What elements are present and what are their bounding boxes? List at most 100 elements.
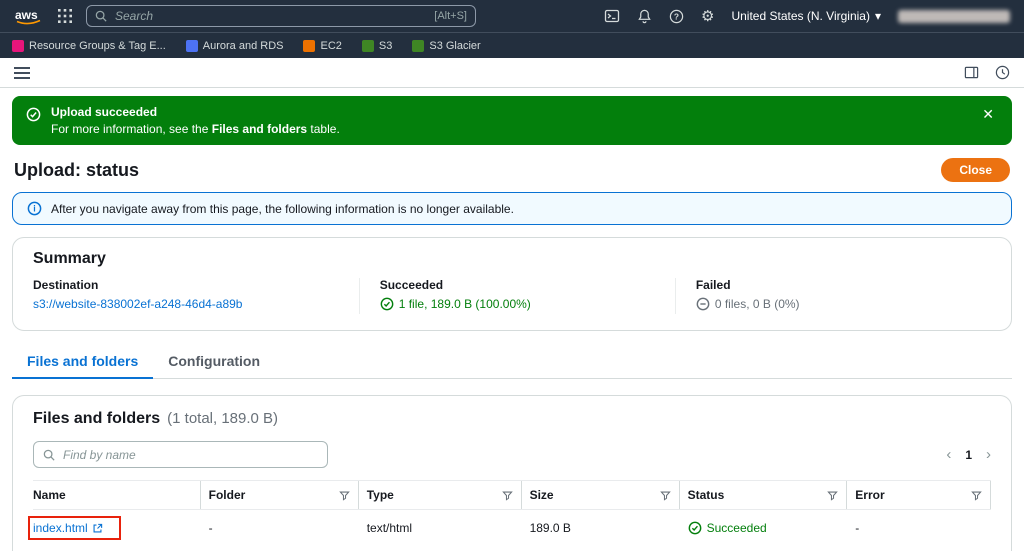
find-by-name-input[interactable] bbox=[61, 446, 318, 463]
column-label: Size bbox=[529, 488, 554, 502]
settings-gear-icon[interactable]: ⚙ bbox=[701, 9, 714, 24]
succeeded-label: Succeeded bbox=[379, 278, 444, 292]
cell-folder: - bbox=[208, 521, 213, 535]
region-selector[interactable]: United States (N. Virginia) ▾ bbox=[731, 9, 881, 23]
flashbar-title: Upload succeeded bbox=[51, 105, 158, 119]
search-icon bbox=[95, 10, 107, 22]
main-content: Upload succeeded For more information, s… bbox=[0, 88, 1024, 551]
external-link-icon bbox=[92, 523, 103, 534]
favorite-label: EC2 bbox=[320, 39, 342, 52]
topnav-left: aws [Alt+S] bbox=[14, 5, 476, 27]
svg-text:i: i bbox=[33, 204, 35, 214]
destination-bucket-link[interactable]: s3://website-838002ef-a248-46d4-a89b bbox=[33, 297, 242, 311]
favorite-aurora-rds[interactable]: Aurora and RDS bbox=[185, 39, 284, 52]
global-search[interactable]: [Alt+S] bbox=[86, 5, 476, 27]
filter-icon[interactable] bbox=[659, 490, 671, 501]
cell-status: Succeeded bbox=[680, 510, 848, 551]
history-clock-icon[interactable] bbox=[995, 65, 1010, 80]
search-input[interactable] bbox=[113, 8, 429, 24]
flashbar-message-suffix: table. bbox=[307, 122, 340, 136]
cloudshell-icon[interactable] bbox=[604, 8, 620, 24]
summary-grid: Destination s3://website-838002ef-a248-4… bbox=[33, 278, 991, 314]
toolbar-right bbox=[964, 65, 1010, 80]
info-icon: i bbox=[27, 201, 42, 216]
help-icon[interactable]: ? bbox=[669, 9, 684, 24]
flashbar-text: Upload succeeded For more information, s… bbox=[51, 105, 340, 136]
search-shortcut: [Alt+S] bbox=[434, 10, 467, 22]
flashbar-message: For more information, see the Files and … bbox=[51, 122, 340, 136]
filter-icon[interactable] bbox=[338, 490, 350, 501]
secondary-toolbar bbox=[0, 58, 1024, 88]
hamburger-menu-icon[interactable] bbox=[14, 66, 30, 80]
filter-icon[interactable] bbox=[501, 490, 513, 501]
svg-text:aws: aws bbox=[15, 8, 38, 22]
previous-page-icon[interactable]: ‹ bbox=[946, 446, 951, 463]
favorite-label: Resource Groups & Tag E... bbox=[29, 39, 166, 52]
files-count: (1 total, 189.0 B) bbox=[167, 410, 279, 427]
resource-groups-icon bbox=[12, 39, 24, 52]
file-name: index.html bbox=[33, 521, 88, 535]
topnav-right: ? ⚙ United States (N. Virginia) ▾ bbox=[604, 8, 1010, 24]
column-header-size: Size bbox=[522, 481, 680, 509]
region-label: United States (N. Virginia) bbox=[731, 9, 870, 23]
info-alert-text: After you navigate away from this page, … bbox=[51, 201, 514, 216]
column-label: Status bbox=[687, 488, 725, 502]
success-flashbar: Upload succeeded For more information, s… bbox=[12, 96, 1012, 145]
favorite-ec2[interactable]: EC2 bbox=[303, 39, 342, 52]
side-panel-icon[interactable] bbox=[964, 65, 979, 80]
files-and-folders-link[interactable]: Files and folders bbox=[212, 122, 307, 136]
filter-icon[interactable] bbox=[971, 490, 982, 501]
notifications-bell-icon[interactable] bbox=[637, 9, 652, 24]
succeeded-value: 1 file, 189.0 B (100.00%) bbox=[380, 297, 531, 311]
status-text: Succeeded bbox=[706, 521, 767, 535]
page-header: Upload: status Close bbox=[14, 158, 1010, 182]
close-button[interactable]: Close bbox=[941, 158, 1010, 182]
destination-label: Destination bbox=[33, 278, 99, 292]
tab-files-and-folders[interactable]: Files and folders bbox=[12, 347, 154, 379]
services-grid-icon[interactable] bbox=[58, 9, 72, 23]
account-menu[interactable] bbox=[898, 9, 1010, 23]
next-page-icon[interactable]: › bbox=[986, 446, 991, 463]
column-label: Type bbox=[366, 488, 394, 502]
flashbar-message-prefix: For more information, see the bbox=[51, 122, 212, 136]
find-by-name-filter[interactable] bbox=[33, 441, 328, 468]
summary-card: Summary Destination s3://website-838002e… bbox=[12, 237, 1012, 331]
dismiss-flashbar-button[interactable]: ✕ bbox=[978, 105, 998, 123]
tab-configuration[interactable]: Configuration bbox=[153, 347, 275, 378]
table-row: index.html - text/html 189.0 B Succeeded bbox=[28, 510, 991, 551]
favorite-label: Aurora and RDS bbox=[202, 39, 284, 52]
column-header-type: Type bbox=[359, 481, 522, 509]
summary-destination: Destination s3://website-838002ef-a248-4… bbox=[33, 278, 359, 314]
failed-label: Failed bbox=[695, 278, 731, 292]
aws-logo[interactable]: aws bbox=[14, 7, 44, 25]
column-label: Error bbox=[855, 488, 885, 502]
favorite-s3-glacier[interactable]: S3 Glacier bbox=[412, 39, 481, 52]
current-page[interactable]: 1 bbox=[965, 448, 972, 462]
favorite-resource-groups[interactable]: Resource Groups & Tag E... bbox=[12, 39, 166, 52]
success-check-icon bbox=[380, 297, 394, 311]
favorite-label: S3 bbox=[378, 39, 393, 52]
success-check-icon bbox=[26, 107, 41, 122]
succeeded-text: 1 file, 189.0 B (100.00%) bbox=[398, 297, 531, 311]
favorites-bar: Resource Groups & Tag E... Aurora and RD… bbox=[0, 33, 1024, 58]
favorite-s3[interactable]: S3 bbox=[361, 39, 393, 52]
file-link[interactable]: index.html bbox=[33, 521, 103, 535]
favorite-label: S3 Glacier bbox=[429, 39, 481, 52]
svg-text:?: ? bbox=[674, 11, 679, 21]
s3-glacier-icon bbox=[412, 39, 425, 52]
summary-failed: Failed 0 files, 0 B (0%) bbox=[674, 278, 991, 314]
files-card-header: Files and folders (1 total, 189.0 B) bbox=[33, 410, 991, 428]
cell-error: - bbox=[855, 521, 860, 535]
success-check-icon bbox=[688, 521, 702, 535]
search-icon bbox=[43, 449, 55, 461]
top-navigation-bar: aws [Alt+S] bbox=[0, 0, 1024, 33]
cell-name: index.html bbox=[28, 510, 201, 551]
filter-icon[interactable] bbox=[827, 490, 839, 501]
minus-circle-icon bbox=[696, 297, 710, 311]
s3-icon bbox=[361, 39, 374, 52]
tab-bar: Files and folders Configuration bbox=[12, 347, 1012, 379]
table-controls: ‹ 1 › bbox=[33, 441, 991, 468]
failed-text: 0 files, 0 B (0%) bbox=[714, 297, 800, 311]
ec2-icon bbox=[303, 39, 316, 52]
column-header-status: Status bbox=[680, 481, 848, 509]
